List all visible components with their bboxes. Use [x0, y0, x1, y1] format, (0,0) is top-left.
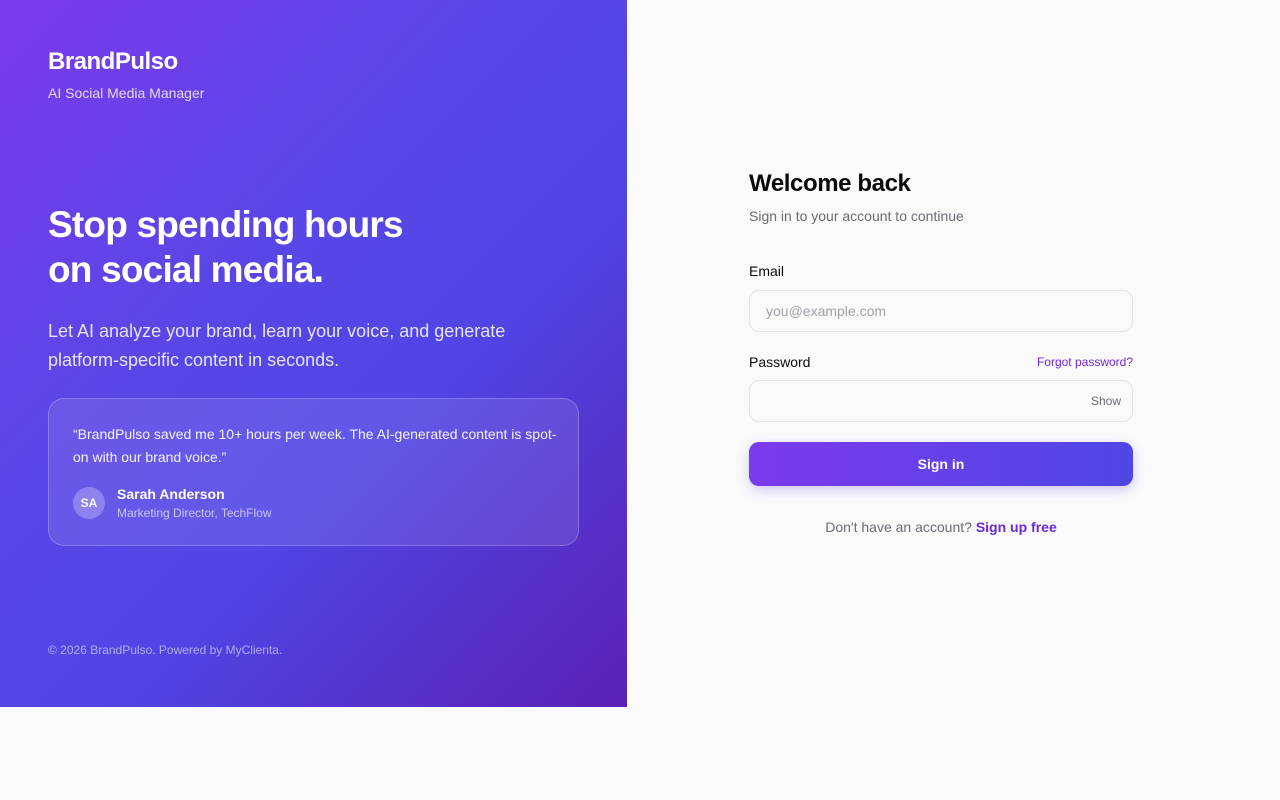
sign-up-link[interactable]: Sign up free [976, 519, 1057, 535]
hero-subtitle: Let AI analyze your brand, learn your vo… [48, 321, 506, 370]
sign-in-button[interactable]: Sign in [749, 442, 1133, 486]
brand-tagline: AI Social Media Manager [48, 85, 205, 101]
signup-prompt: Don't have an account? [825, 519, 972, 535]
email-field[interactable] [749, 290, 1133, 332]
hero-title-line-1: Stop spending hours [48, 204, 404, 245]
forgot-password-link[interactable]: Forgot password? [1037, 355, 1133, 369]
hero-title: Stop spending hours on social media. [48, 202, 568, 292]
form-title: Welcome back [749, 170, 911, 197]
footer-copyright: © 2026 BrandPulso. Powered by MyClienta. [48, 643, 283, 657]
testimonial-author-name: Sarah Anderson [117, 486, 225, 502]
password-label: Password [749, 354, 811, 370]
signup-row: Don't have an account? Sign up free [749, 519, 1133, 535]
testimonial-author-role: Marketing Director, TechFlow [117, 506, 272, 520]
brand-panel: BrandPulso AI Social Media Manager Stop … [0, 0, 627, 707]
brand-logo-text: BrandPulso [48, 48, 178, 75]
testimonial-quote: “BrandPulso saved me 10+ hours per week.… [73, 426, 557, 465]
form-subtitle: Sign in to your account to continue [749, 208, 964, 224]
email-label: Email [749, 263, 785, 279]
avatar: SA [73, 487, 105, 519]
testimonial-card: “BrandPulso saved me 10+ hours per week.… [48, 398, 579, 546]
password-field[interactable] [749, 380, 1133, 422]
hero-title-line-2: on social media. [48, 249, 324, 290]
show-password-button[interactable]: Show [1091, 394, 1121, 408]
